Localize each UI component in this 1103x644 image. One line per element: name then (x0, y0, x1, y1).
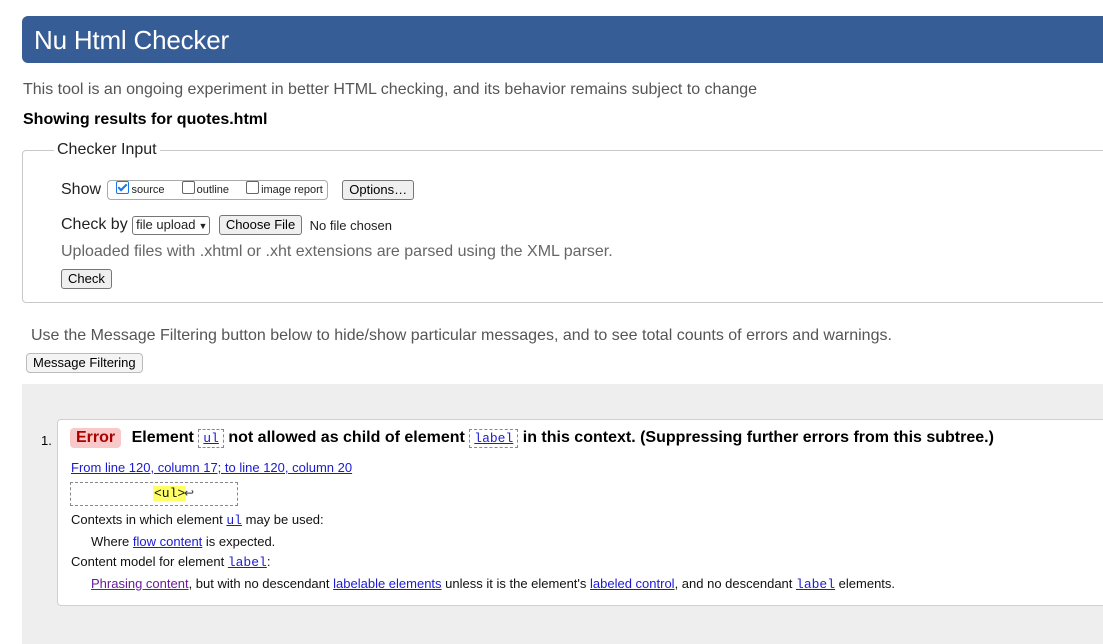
labeled-control-link[interactable]: labeled control (590, 576, 675, 591)
show-options-group: source outline image report (107, 180, 328, 200)
options-button[interactable]: Options… (342, 180, 415, 200)
check-by-label: Check by (61, 216, 128, 234)
model-prefix: Content model for element (71, 554, 225, 569)
location-link[interactable]: From line 120, column 17; to line 120, c… (71, 460, 352, 475)
page-title: Nu Html Checker (34, 25, 229, 55)
chevron-down-icon: ▼ (198, 220, 208, 231)
content-model-line: Content model for element label: (71, 554, 270, 570)
where-line: Where flow content is expected. (91, 534, 275, 549)
check-button[interactable]: Check (61, 269, 112, 289)
check-by-row: Check by file upload ▼ Choose File No fil… (61, 215, 392, 235)
show-label: Show (61, 181, 102, 199)
image-report-checkbox[interactable] (246, 181, 260, 194)
xml-parser-note: Uploaded files with .xhtml or .xht exten… (61, 243, 613, 260)
outline-checkbox-label[interactable]: outline (197, 184, 229, 196)
phrasing-line: Phrasing content, but with no descendant… (91, 576, 895, 592)
extract-highlight: <ul> (153, 486, 187, 501)
source-checkbox[interactable] (116, 181, 130, 194)
and-text: , and no descendant (674, 576, 793, 591)
outline-checkbox[interactable] (181, 181, 195, 194)
model-element-link[interactable]: label (228, 555, 267, 570)
message-heading: Error Element ul not allowed as child of… (70, 428, 994, 450)
message-number: 1. (41, 433, 52, 448)
element-ul-link[interactable]: ul (198, 429, 224, 448)
source-checkbox-label[interactable]: source (131, 184, 164, 196)
message-text-element: Element (131, 429, 194, 446)
check-by-select[interactable]: file upload ▼ (132, 215, 211, 235)
unless-text: unless it is the element's (445, 576, 587, 591)
message-text-context: in this context. (Suppressing further er… (522, 429, 994, 446)
checker-input-legend: Checker Input (57, 141, 157, 158)
source-extract: <ul> ↩ (70, 482, 238, 506)
phrasing-mid: , but with no descendant (188, 576, 330, 591)
contexts-prefix: Contexts in which element (71, 512, 223, 527)
where-suffix: is expected. (205, 534, 276, 549)
error-badge: Error (70, 428, 122, 448)
contexts-suffix: may be used: (245, 512, 324, 527)
model-suffix: : (266, 554, 271, 569)
results-for-heading: Showing results for quotes.html (23, 111, 268, 128)
line-feed-icon: ↩ (184, 486, 195, 500)
flow-content-link[interactable]: flow content (133, 534, 202, 549)
contexts-element-link[interactable]: ul (226, 513, 242, 528)
message-filtering-button[interactable]: Message Filtering (26, 353, 143, 373)
check-by-select-value: file upload (136, 216, 196, 232)
page-header: Nu Html Checker (22, 16, 1103, 63)
check-row: Check (61, 269, 112, 289)
contexts-line: Contexts in which element ul may be used… (71, 512, 324, 528)
show-row: Show source outline image report Options… (61, 180, 415, 200)
element-label-link[interactable]: label (469, 429, 519, 448)
elements-text: elements. (838, 576, 896, 591)
message-text-not-allowed: not allowed as child of element (228, 429, 465, 446)
phrasing-content-link[interactable]: Phrasing content (91, 576, 189, 591)
no-file-chosen-text: No file chosen (309, 217, 393, 233)
choose-file-button[interactable]: Choose File (218, 215, 303, 235)
label-code-link[interactable]: label (796, 577, 835, 592)
message-filtering-note: Use the Message Filtering button below t… (31, 327, 892, 344)
labelable-elements-link[interactable]: labelable elements (333, 576, 441, 591)
image-report-checkbox-label[interactable]: image report (261, 184, 323, 196)
intro-text: This tool is an ongoing experiment in be… (23, 81, 758, 98)
where-prefix: Where (91, 534, 130, 549)
